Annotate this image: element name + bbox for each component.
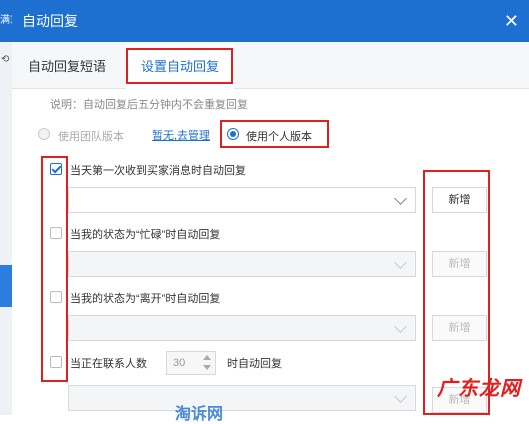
- dialog-titlebar: 自动回复 ✕: [12, 0, 529, 42]
- close-icon[interactable]: ✕: [504, 0, 519, 42]
- option-away-select[interactable]: [68, 315, 416, 341]
- option-busy-label: 当我的状态为“忙碌”时自动回复: [70, 229, 221, 241]
- option-contacts-label-prefix: 当正在联系人数: [70, 358, 147, 370]
- option-first-message-select[interactable]: [68, 187, 416, 213]
- team-version-radio[interactable]: [38, 128, 50, 140]
- option-contacts-select[interactable]: [68, 385, 416, 411]
- stepper-up-icon[interactable]: [203, 355, 211, 360]
- background-app-selected-row: [0, 265, 12, 307]
- watermark-logo: 广东龙网: [437, 378, 521, 400]
- team-version-label: 使用团队版本: [58, 131, 124, 143]
- option-away-label: 当我的状态为“离开”时自动回复: [70, 293, 221, 305]
- option-busy-select[interactable]: [68, 251, 416, 277]
- watermark-bottom: 淘诉网: [175, 406, 224, 423]
- contacts-count-stepper[interactable]: 30: [166, 351, 216, 375]
- option-contacts-label-suffix: 时自动回复: [227, 358, 282, 370]
- chevron-down-icon: [394, 320, 407, 333]
- background-app-header: 满意: [0, 0, 12, 42]
- background-app-icon: ⟲: [1, 54, 10, 65]
- chevron-down-icon: [394, 192, 407, 205]
- chevron-down-icon: [394, 390, 407, 403]
- tab-auto-reply-phrases[interactable]: 自动回复短语: [28, 42, 106, 88]
- tab-bar: 自动回复短语 设置自动回复: [12, 42, 529, 89]
- stepper-down-icon[interactable]: [203, 365, 211, 370]
- annotation-box-personal-version: [220, 120, 329, 148]
- option-first-message-label: 当天第一次收到买家消息时自动回复: [70, 165, 246, 177]
- dialog-title: 自动回复: [22, 13, 78, 29]
- team-manage-link[interactable]: 暂无,去管理: [152, 127, 210, 143]
- background-app-text: 满意: [0, 15, 12, 26]
- annotation-box-checkboxes: [41, 156, 68, 382]
- annotation-box-tab: [126, 48, 233, 84]
- note-text: 说明：自动回复后五分钟内不会重复回复: [50, 99, 248, 111]
- chevron-down-icon: [394, 256, 407, 269]
- contacts-count-value: 30: [173, 357, 186, 369]
